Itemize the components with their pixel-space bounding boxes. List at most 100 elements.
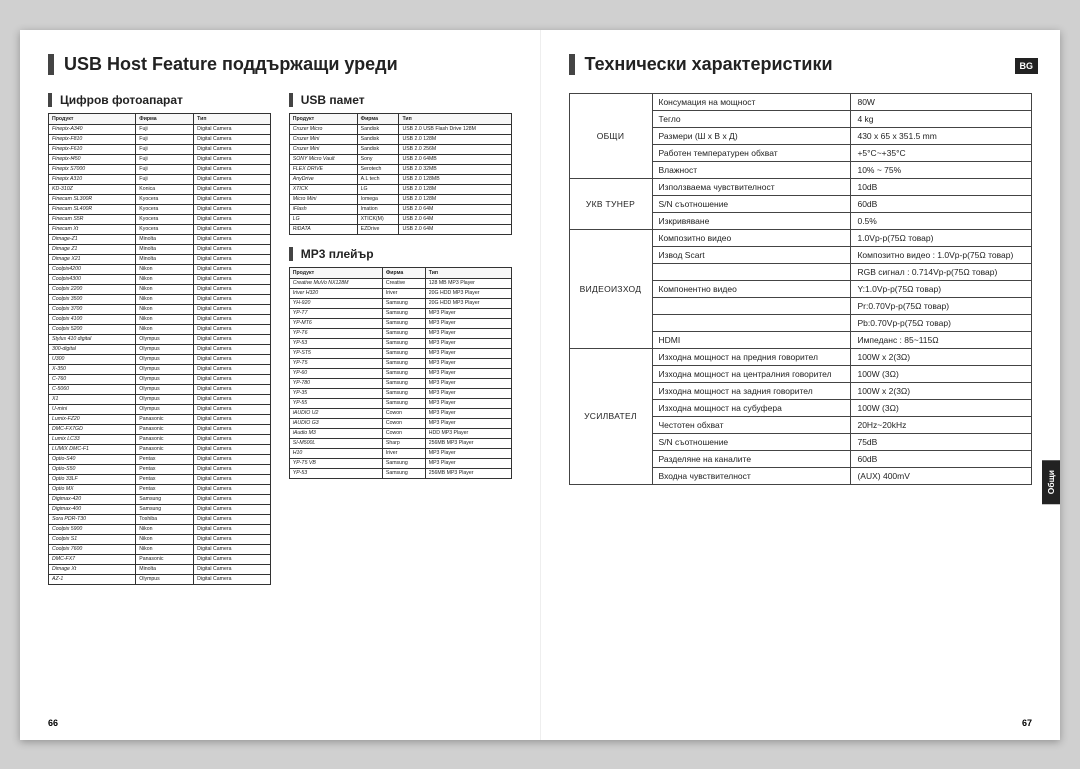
side-tab: Общи xyxy=(1042,460,1060,504)
spec-category: УКВ ТУНЕР xyxy=(569,178,652,229)
spec-value: Импеданс : 85~115Ω xyxy=(851,331,1032,348)
table-row: Finepix-F810FujiDigital Camera xyxy=(49,134,271,144)
table-row: Finecam SL400RKyoceraDigital Camera xyxy=(49,204,271,214)
table-row: Dimage XtMinoltaDigital Camera xyxy=(49,564,271,574)
table-row: FLEX DRIVESerotechUSB 2.0 32MB xyxy=(289,164,511,174)
spec-label: HDMI xyxy=(652,331,851,348)
spec-value: Pb:0.70Vp-p(75Ω товар) xyxy=(851,314,1032,331)
table-row: H10IriverMP3 Player xyxy=(289,448,511,458)
spec-table: ОБЩИКонсумация на мощност80WТегло4 kgРаз… xyxy=(569,93,1033,485)
table-row: SI-M500LSharp256MB MP3 Player xyxy=(289,438,511,448)
spec-category: УСИЛВАТЕЛ xyxy=(569,348,652,484)
usb-heading: USB памет xyxy=(289,93,512,107)
spec-label xyxy=(652,297,851,314)
table-row: Finecam XtKyoceraDigital Camera xyxy=(49,224,271,234)
table-row: YP-53SamsungMP3 Player xyxy=(289,338,511,348)
usb-table: ПродуктФирмаТипCruzer MicroSandiskUSB 2.… xyxy=(289,113,512,235)
spec-row: ВИДЕОИЗХОДКомпозитно видео1.0Vp-p(75Ω то… xyxy=(569,229,1032,246)
spec-label: Консумация на мощност xyxy=(652,93,851,110)
table-row: XTICKLGUSB 2.0 128M xyxy=(289,184,511,194)
col-header: Тип xyxy=(194,113,271,124)
spec-label: Изходна мощност на централния говорител xyxy=(652,365,851,382)
spec-category: ОБЩИ xyxy=(569,93,652,178)
table-row: Coolpix 4100NikonDigital Camera xyxy=(49,314,271,324)
right-page-number: 67 xyxy=(1022,718,1032,728)
right-page: BG Общи Технически характеристики ОБЩИКо… xyxy=(541,30,1061,740)
left-page: USB Host Feature поддържащи уреди Цифров… xyxy=(20,30,541,740)
table-row: Coolpix 5200NikonDigital Camera xyxy=(49,324,271,334)
spec-label: Входна чувствителност xyxy=(652,467,851,484)
table-row: Dimage Z1MinoltaDigital Camera xyxy=(49,244,271,254)
table-row: Finepix-f450FujiDigital Camera xyxy=(49,154,271,164)
table-row: Cruzer MiniSandiskUSB 2.0 128M xyxy=(289,134,511,144)
table-row: Lumix LC33PanasonicDigital Camera xyxy=(49,434,271,444)
table-row: Coolpix 3500NikonDigital Camera xyxy=(49,294,271,304)
spec-label: S/N съотношение xyxy=(652,195,851,212)
table-row: Finepix S7000FujiDigital Camera xyxy=(49,164,271,174)
table-row: SONY Micro VaultSonyUSB 2.0 64MB xyxy=(289,154,511,164)
table-row: Lumix-FZ20PanasonicDigital Camera xyxy=(49,414,271,424)
table-row: Finepix-A340FujiDigital Camera xyxy=(49,124,271,134)
right-title: Технически характеристики xyxy=(569,54,1033,75)
col-header: Тип xyxy=(425,267,511,278)
table-row: YP-55SamsungMP3 Player xyxy=(289,398,511,408)
table-row: Coolpix 5900NikonDigital Camera xyxy=(49,524,271,534)
table-row: Optio-S40PentaxDigital Camera xyxy=(49,454,271,464)
spec-value: RGB сигнал : 0.714Vp-p(75Ω товар) xyxy=(851,263,1032,280)
table-row: Micro MiniIomegaUSB 2.0 128M xyxy=(289,194,511,204)
spec-label xyxy=(652,314,851,331)
spec-row: УСИЛВАТЕЛИзходна мощност на предния гово… xyxy=(569,348,1032,365)
table-row: Digimax-400SamsungDigital Camera xyxy=(49,504,271,514)
table-row: YP-780SamsungMP3 Player xyxy=(289,378,511,388)
table-row: Coolpix4200NikonDigital Camera xyxy=(49,264,271,274)
table-row: C-760OlympusDigital Camera xyxy=(49,374,271,384)
table-row: Finepix-F610FujiDigital Camera xyxy=(49,144,271,154)
page-spread: USB Host Feature поддържащи уреди Цифров… xyxy=(20,30,1060,740)
table-row: YP-T7SamsungMP3 Player xyxy=(289,308,511,318)
left-title: USB Host Feature поддържащи уреди xyxy=(48,54,512,75)
spec-label: Изходна мощност на предния говорител xyxy=(652,348,851,365)
table-row: Finecam S5RKyoceraDigital Camera xyxy=(49,214,271,224)
col-header: Фирма xyxy=(357,113,399,124)
spec-value: 10% ~ 75% xyxy=(851,161,1032,178)
spec-row: ОБЩИКонсумация на мощност80W xyxy=(569,93,1032,110)
spec-value: 4 kg xyxy=(851,110,1032,127)
spec-label: Изкривяване xyxy=(652,212,851,229)
spec-value: 80W xyxy=(851,93,1032,110)
table-row: Cruzer MiniSandiskUSB 2.0 256M xyxy=(289,144,511,154)
spec-row: УКВ ТУНЕРИзползваема чувствителност10dB xyxy=(569,178,1032,195)
table-row: Coolpix S1NikonDigital Camera xyxy=(49,534,271,544)
spec-label: Използваема чувствителност xyxy=(652,178,851,195)
table-row: C-5060OlympusDigital Camera xyxy=(49,384,271,394)
spec-label: Извод Scart xyxy=(652,246,851,263)
camera-column: Цифров фотоапарат ПродуктФирмаТипFinepix… xyxy=(48,93,271,585)
spec-value: 100W (3Ω) xyxy=(851,399,1032,416)
lang-badge: BG xyxy=(1015,58,1039,74)
table-row: Sora PDR-T30ToshibaDigital Camera xyxy=(49,514,271,524)
table-row: Stylus 410 digitalOlympusDigital Camera xyxy=(49,334,271,344)
spec-label: Композитно видео xyxy=(652,229,851,246)
table-row: iAUDIO G3CowonMP3 Player xyxy=(289,418,511,428)
table-row: YP-35SamsungMP3 Player xyxy=(289,388,511,398)
spec-value: Y:1.0Vp-p(75Ω товар) xyxy=(851,280,1032,297)
table-row: Coolpix 7600NikonDigital Camera xyxy=(49,544,271,554)
spec-value: 100W x 2(3Ω) xyxy=(851,348,1032,365)
right-column: USB памет ПродуктФирмаТипCruzer MicroSan… xyxy=(289,93,512,585)
table-row: 300-digitalOlympusDigital Camera xyxy=(49,344,271,354)
spec-value: 75dB xyxy=(851,433,1032,450)
table-row: iFlashImationUSB 2.0 64M xyxy=(289,204,511,214)
table-row: Digimax-420SamsungDigital Camera xyxy=(49,494,271,504)
table-row: LUMIX DMC-F1PanasonicDigital Camera xyxy=(49,444,271,454)
table-row: Finepix A310FujiDigital Camera xyxy=(49,174,271,184)
table-row: Cruzer MicroSandiskUSB 2.0 USB Flash Dri… xyxy=(289,124,511,134)
table-row: AnyDriveA.L techUSB 2.0 128MB xyxy=(289,174,511,184)
table-row: Dimage X21MinoltaDigital Camera xyxy=(49,254,271,264)
spec-value: 20Hz~20kHz xyxy=(851,416,1032,433)
spec-label: Компонентно видео xyxy=(652,280,851,297)
table-row: YP-53Samsung256MB MP3 Player xyxy=(289,468,511,478)
col-header: Продукт xyxy=(49,113,136,124)
table-row: Dimage-Z1MinoltaDigital Camera xyxy=(49,234,271,244)
spec-label: Размери (Ш x В x Д) xyxy=(652,127,851,144)
camera-table: ПродуктФирмаТипFinepix-A340FujiDigital C… xyxy=(48,113,271,585)
spec-value: Pr:0.70Vp-p(75Ω товар) xyxy=(851,297,1032,314)
